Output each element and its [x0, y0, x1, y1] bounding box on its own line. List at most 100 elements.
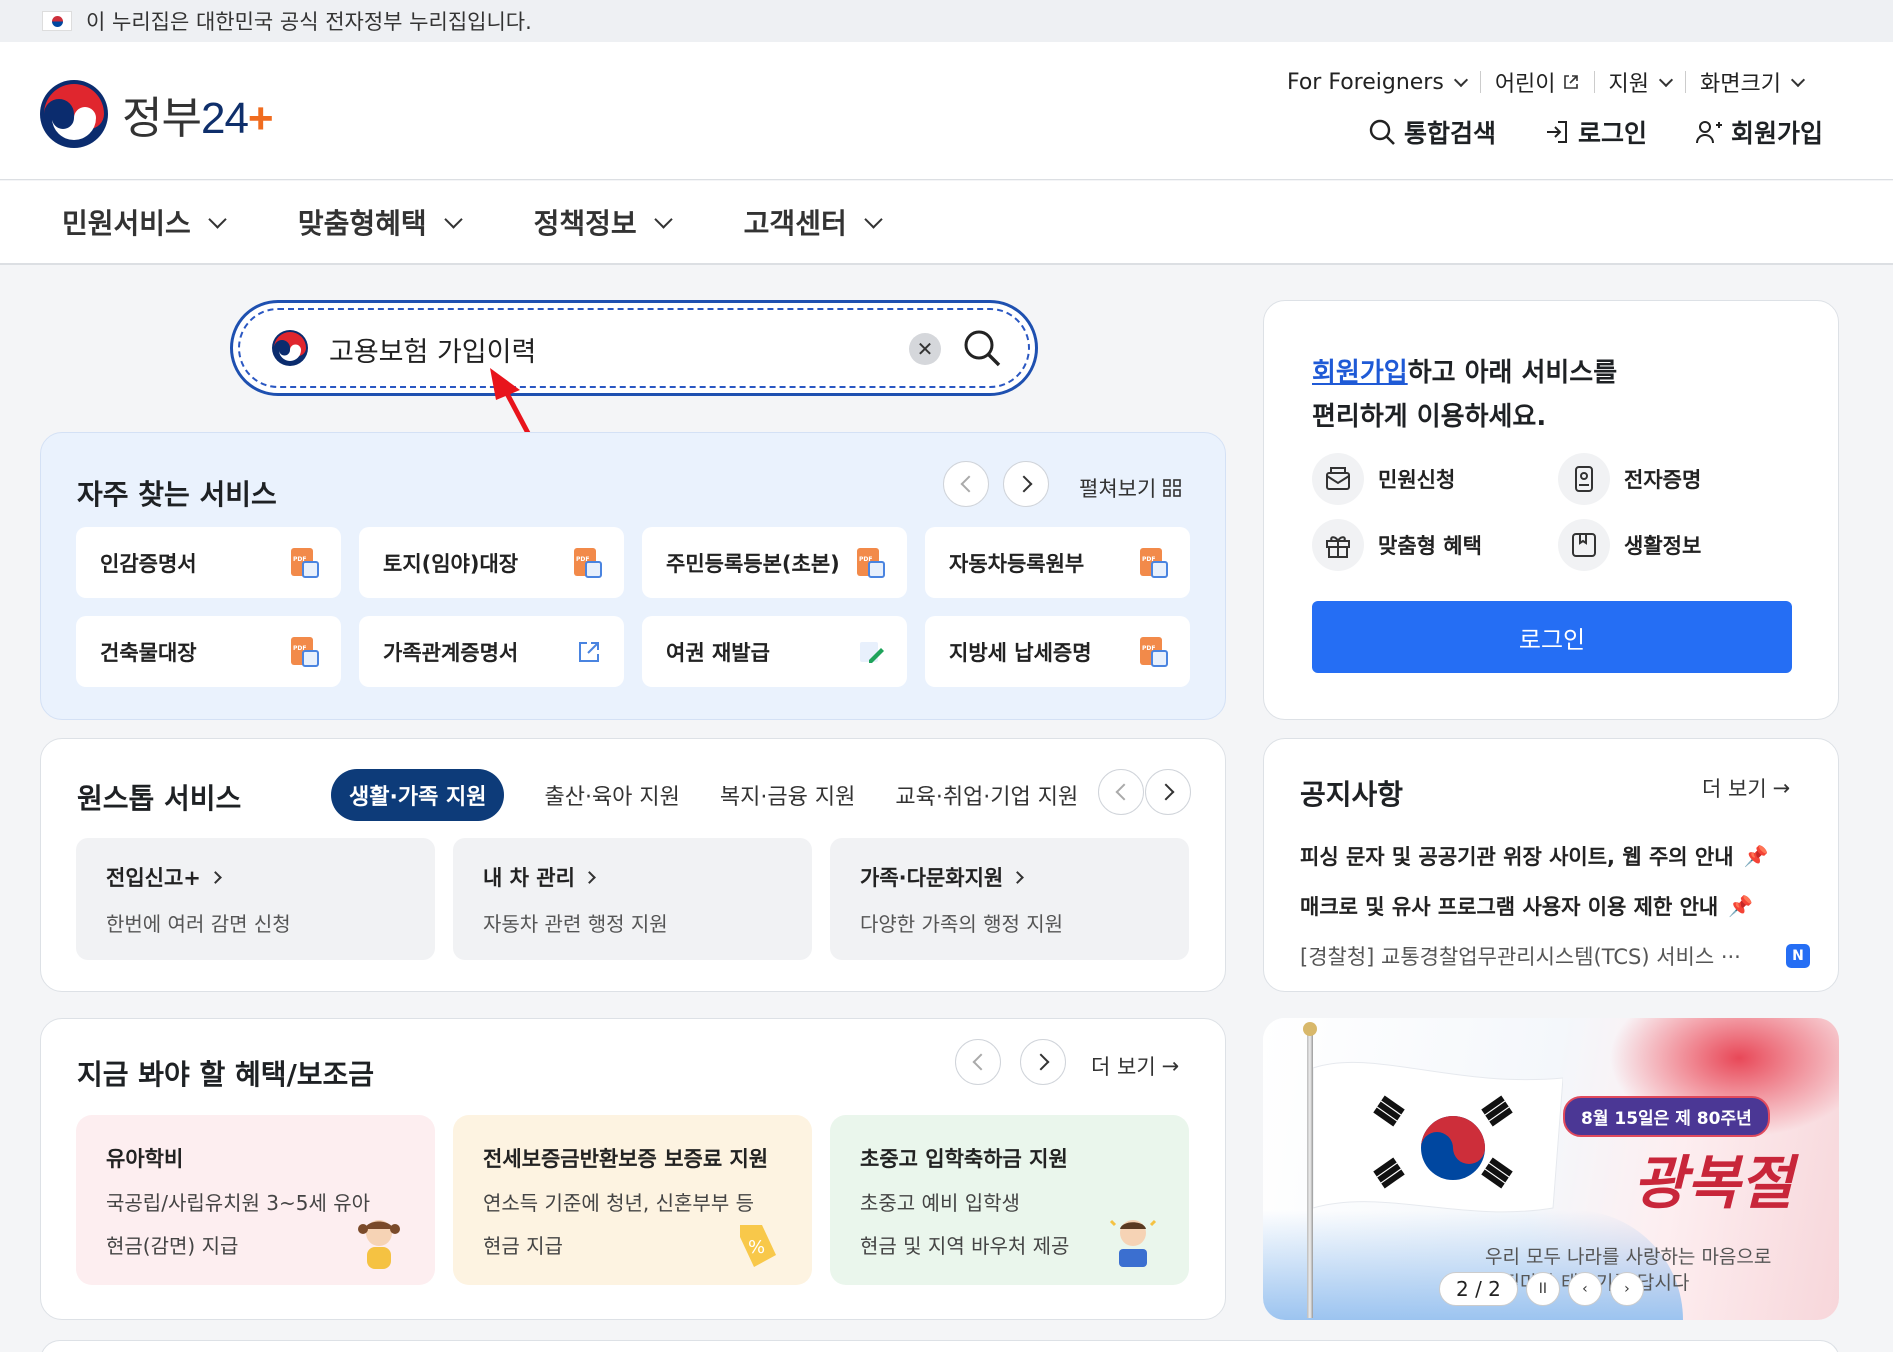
- service-label: 토지(임야)대장: [383, 551, 519, 576]
- logo-plus: +: [247, 94, 274, 143]
- integrated-search-label: 통합검색: [1403, 119, 1496, 148]
- banner-pause-button[interactable]: II: [1525, 1272, 1560, 1306]
- gnb-label: 정책정보: [533, 207, 637, 240]
- onestop-item[interactable]: 내 차 관리 자동차 관련 행정 지원: [453, 838, 812, 960]
- support-menu[interactable]: 지원: [1595, 66, 1685, 98]
- service-item[interactable]: 가족관계증명서: [359, 616, 624, 687]
- login-link[interactable]: 로그인: [1544, 114, 1647, 150]
- notice-more-link[interactable]: 더 보기 →: [1702, 773, 1790, 803]
- integrated-search-button[interactable]: 통합검색: [1368, 114, 1496, 150]
- chevron-down-icon: [1790, 72, 1806, 87]
- service-label: 주민등록등본(초본): [666, 551, 840, 576]
- clear-search-button[interactable]: ✕: [909, 333, 941, 365]
- onestop-next-button[interactable]: [1145, 769, 1191, 815]
- quick-custom-benefits[interactable]: 맞춤형 혜택: [1312, 519, 1558, 571]
- chevron-right-icon: [1015, 475, 1032, 493]
- quick-life-info[interactable]: 생활정보: [1558, 519, 1804, 571]
- logo-name: 정부: [122, 94, 202, 143]
- arrow-right-icon: →: [1161, 1054, 1180, 1078]
- pin-icon: 📌: [1728, 894, 1754, 918]
- chevron-down-icon: [208, 210, 227, 229]
- benefit-item[interactable]: 유아학비 국공립/사립유치원 3~5세 유아 현금(감면) 지급: [76, 1115, 435, 1285]
- onestop-prev-button[interactable]: [1098, 769, 1144, 815]
- banner-controls: 2 / 2 II ‹ ›: [1439, 1272, 1644, 1306]
- service-item[interactable]: 자동차등록원부: [925, 527, 1190, 598]
- service-item[interactable]: 여권 재발급: [642, 616, 907, 687]
- frequent-next-button[interactable]: [1003, 461, 1049, 507]
- service-label: 여권 재발급: [666, 640, 770, 665]
- chevron-down-icon: [864, 210, 883, 229]
- notice-item[interactable]: 피싱 문자 및 공공기관 위장 사이트, 웹 주의 안내 📌: [1300, 831, 1810, 881]
- gnb-custom-benefits[interactable]: 맞춤형혜택: [297, 202, 463, 242]
- external-link-icon: [579, 641, 599, 662]
- gnb-label: 민원서비스: [62, 207, 191, 240]
- banner-prev-button[interactable]: ‹: [1567, 1272, 1602, 1306]
- login-icon: [1546, 121, 1567, 143]
- benefit-title: 전세보증금반환보증 보증료 지원: [483, 1147, 769, 1171]
- tab-welfare-finance[interactable]: 복지·금융 지원: [720, 779, 855, 811]
- benefits-card: 지금 봐야 할 혜택/보조금 더 보기 → 유아학비 국공립/사립유치원 3~5세…: [40, 1018, 1226, 1320]
- chevron-down-icon: [443, 210, 463, 229]
- quick-e-certificate[interactable]: 전자증명: [1558, 453, 1804, 505]
- tab-birth-childcare[interactable]: 출산·육아 지원: [544, 779, 679, 811]
- onestop-item[interactable]: 가족·다문화지원 다양한 가족의 행정 지원: [830, 838, 1189, 960]
- expand-link[interactable]: 펼쳐보기: [1079, 473, 1182, 503]
- banner-headline: 광복절: [1633, 1149, 1794, 1217]
- benefits-prev-button[interactable]: [955, 1039, 1001, 1085]
- benefits-title: 지금 봐야 할 혜택/보조금: [77, 1058, 375, 1091]
- for-foreigners-menu[interactable]: For Foreigners: [1273, 70, 1480, 95]
- search-submit-button[interactable]: [961, 327, 1003, 369]
- frequent-services-card: 자주 찾는 서비스 펼쳐보기 인감증명서 토지(임야)대장 주민등록등본(초본)…: [40, 432, 1226, 720]
- quick-label: 전자증명: [1624, 468, 1702, 492]
- benefits-next-button[interactable]: [1020, 1039, 1066, 1085]
- kids-link[interactable]: 어린이: [1481, 66, 1594, 98]
- gov-official-banner: 이 누리집은 대한민국 공식 전자정부 누리집입니다.: [0, 0, 1893, 42]
- benefits-more-link[interactable]: 더 보기 →: [1091, 1051, 1179, 1081]
- chevron-left-icon: [960, 475, 977, 493]
- promo-banner[interactable]: 8월 15일은 제 80주년 광복절 우리 모두 나라를 사랑하는 마음으로 집…: [1263, 1018, 1839, 1320]
- service-label: 가족관계증명서: [383, 640, 519, 665]
- gov-banner-text: 이 누리집은 대한민국 공식 전자정부 누리집입니다.: [86, 10, 532, 34]
- notice-item[interactable]: [경찰청] 교통경찰업무관리시스템(TCS) 서비스 ··· N: [1300, 931, 1810, 981]
- gnb-customer-center[interactable]: 고객센터: [744, 202, 883, 242]
- expand-label: 펼쳐보기: [1079, 477, 1157, 501]
- frequent-prev-button[interactable]: [943, 461, 989, 507]
- chevron-right-icon: [209, 870, 222, 884]
- signup-highlight-link[interactable]: 회원가입: [1312, 358, 1408, 388]
- service-item[interactable]: 주민등록등본(초본): [642, 527, 907, 598]
- chevron-left-icon: ‹: [1582, 1281, 1588, 1297]
- gnb-label: 맞춤형혜택: [297, 207, 427, 240]
- tab-education-employment[interactable]: 교육·취업·기업 지원: [895, 779, 1078, 811]
- gnb-civil-services[interactable]: 민원서비스: [62, 202, 227, 242]
- pdf-document-icon: [857, 547, 885, 578]
- signup-link[interactable]: 회원가입: [1695, 114, 1823, 150]
- screen-size-label: 화면크기: [1700, 72, 1781, 97]
- chevron-left-icon: [972, 1053, 989, 1071]
- edit-document-icon: [860, 641, 884, 663]
- quick-civil-application[interactable]: 민원신청: [1312, 453, 1558, 505]
- service-item[interactable]: 지방세 납세증명: [925, 616, 1190, 687]
- pdf-document-icon: [1140, 636, 1168, 667]
- service-label: 자동차등록원부: [949, 551, 1085, 576]
- screen-size-menu[interactable]: 화면크기: [1686, 66, 1817, 98]
- search-input[interactable]: [329, 325, 809, 373]
- benefit-item[interactable]: 초중고 입학축하금 지원 초중고 예비 입학생 현금 및 지역 바우처 제공: [830, 1115, 1189, 1285]
- logo-wordmark: 정부24+: [122, 82, 274, 146]
- chevron-down-icon: [1658, 72, 1674, 87]
- service-item[interactable]: 인감증명서: [76, 527, 341, 598]
- logo-number: 24: [200, 94, 249, 143]
- banner-next-button[interactable]: ›: [1609, 1272, 1644, 1306]
- tab-life-family[interactable]: 생활·가족 지원: [331, 769, 505, 821]
- notice-item[interactable]: 매크로 및 유사 프로그램 사용자 이용 제한 안내 📌: [1300, 881, 1810, 931]
- benefit-item[interactable]: 전세보증금반환보증 보증료 지원 연소득 기준에 청년, 신혼부부 등 현금 지…: [453, 1115, 812, 1285]
- service-item[interactable]: 토지(임야)대장: [359, 527, 624, 598]
- login-button[interactable]: 로그인: [1312, 601, 1792, 673]
- gnb-policy-info[interactable]: 정책정보: [533, 202, 673, 242]
- onestop-tabs: 생활·가족 지원 출산·육아 지원 복지·금융 지원 교육·취업·기업 지원: [331, 769, 1078, 821]
- service-item[interactable]: 건축물대장: [76, 616, 341, 687]
- more-label: 더 보기: [1091, 1055, 1156, 1079]
- site-logo[interactable]: 정부24+: [38, 78, 274, 150]
- service-label: 인감증명서: [100, 551, 197, 576]
- mail-document-icon: [1312, 453, 1364, 505]
- onestop-item[interactable]: 전입신고+ 한번에 여러 감면 신청: [76, 838, 435, 960]
